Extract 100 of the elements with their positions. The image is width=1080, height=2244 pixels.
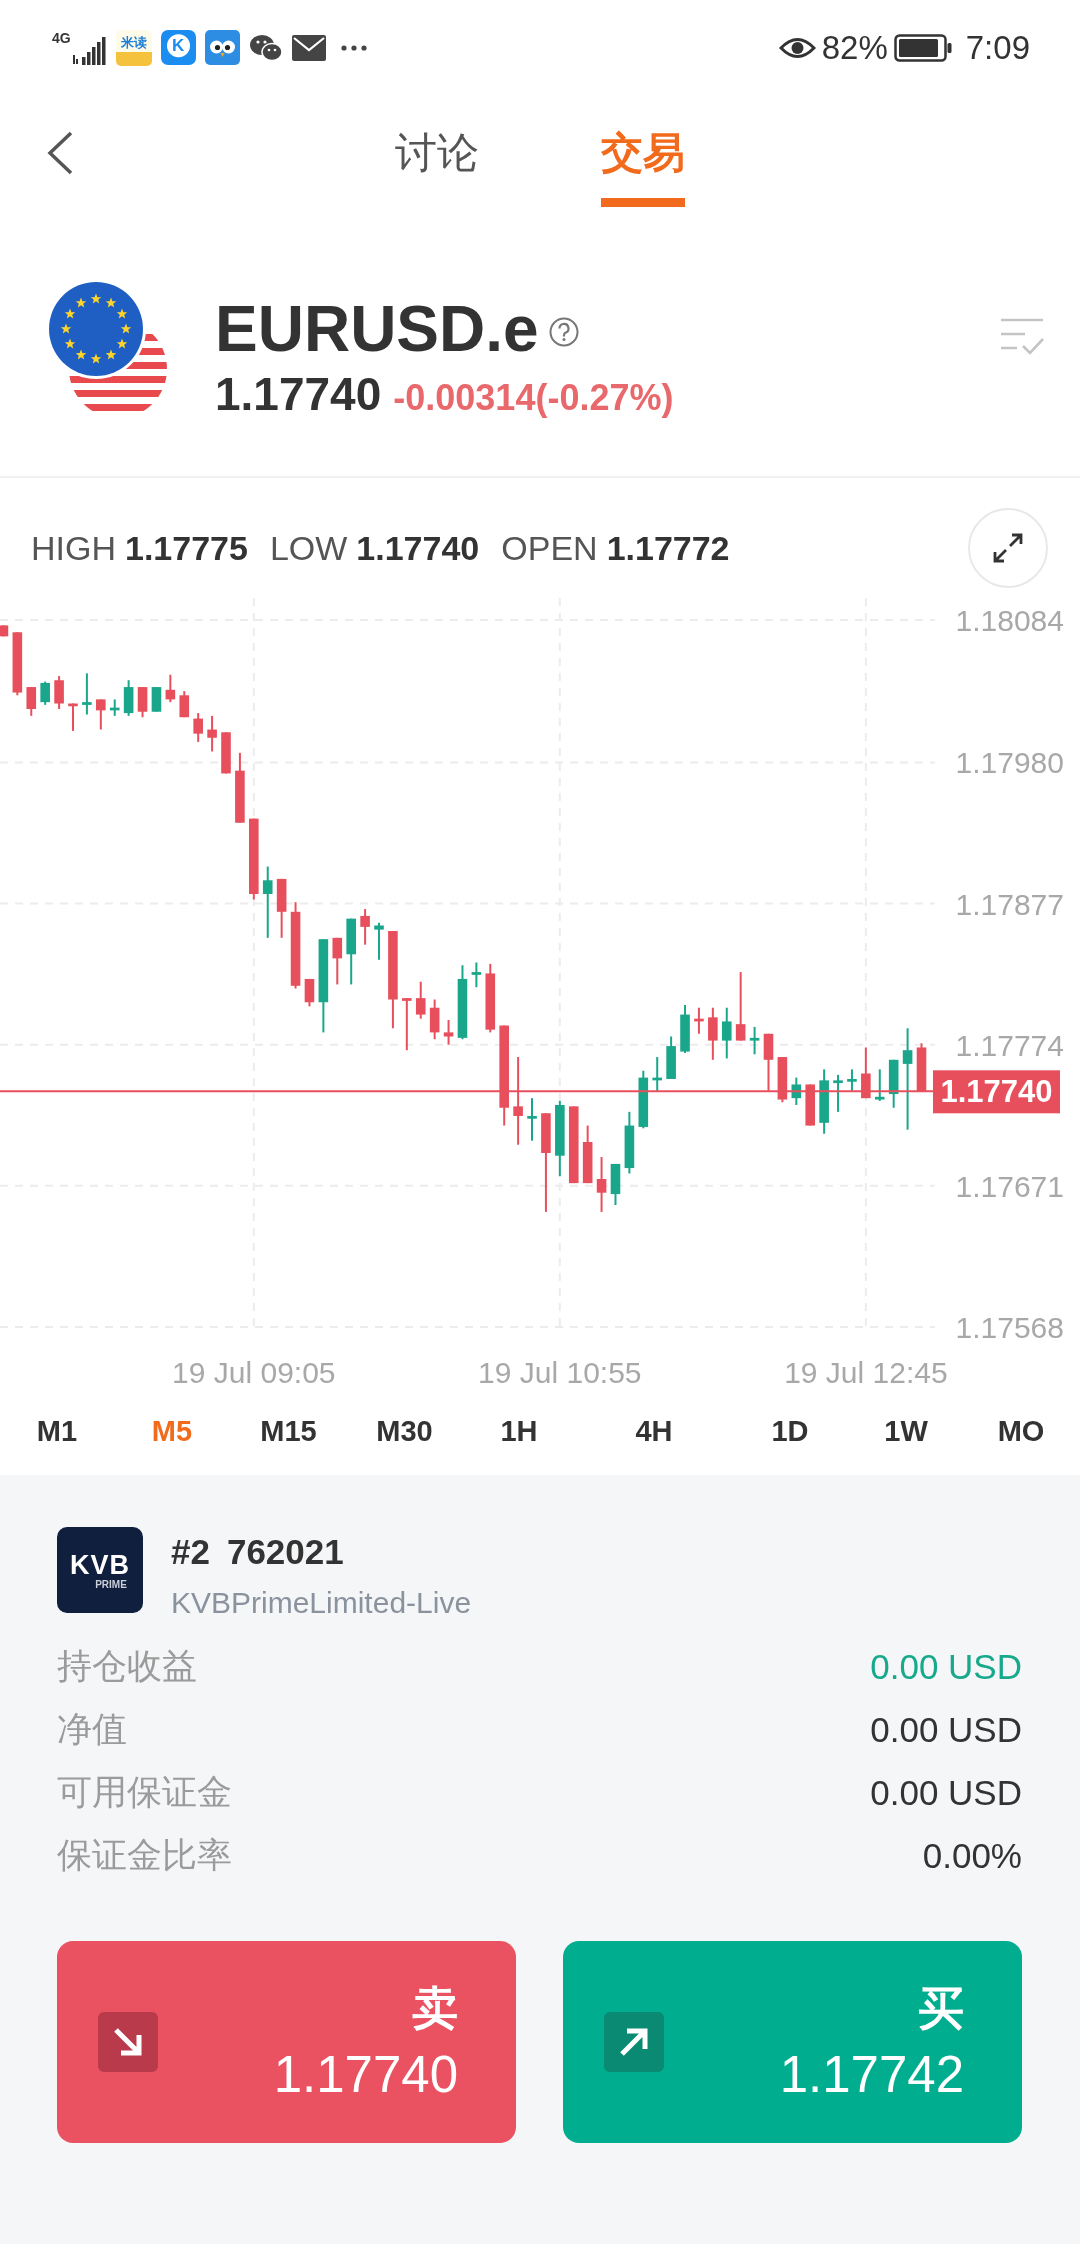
metric-label: 保证金比率 xyxy=(57,1834,232,1876)
candle xyxy=(582,1124,593,1185)
candle xyxy=(429,998,440,1041)
candle xyxy=(96,698,106,731)
candle xyxy=(763,1032,774,1093)
candle xyxy=(346,917,356,986)
candle xyxy=(82,672,92,716)
timeframe-tab[interactable]: M30 xyxy=(372,1407,437,1454)
stat-label: LOW xyxy=(269,528,348,568)
logo-subtext: PRIME xyxy=(95,1578,127,1590)
checklist-icon xyxy=(999,317,1045,357)
candle xyxy=(916,1042,927,1093)
account-index: #2 xyxy=(171,1531,210,1573)
price-change: -0.00314(-0.27%) xyxy=(393,377,674,419)
candle xyxy=(221,731,231,775)
candle xyxy=(193,712,203,743)
candle xyxy=(888,1058,899,1109)
candle xyxy=(374,921,384,961)
candle xyxy=(791,1076,802,1106)
candle xyxy=(304,977,315,1008)
candle xyxy=(151,686,162,713)
account-number: 762021 xyxy=(226,1531,344,1573)
time-axis-label: 19 Jul 09:05 xyxy=(172,1356,336,1389)
time-axis-label: 19 Jul 10:55 xyxy=(478,1356,642,1389)
battery-icon xyxy=(893,33,952,62)
candle xyxy=(666,1035,676,1080)
candle xyxy=(527,1097,537,1142)
chevron-left-icon xyxy=(45,130,75,176)
candle xyxy=(847,1068,857,1093)
metric-value: 0.00 USD xyxy=(870,1646,1022,1687)
candle xyxy=(596,1156,607,1213)
current-price-tag: 1.17740 xyxy=(933,1070,1060,1114)
timeframe-tab[interactable]: M1 xyxy=(32,1407,82,1454)
timeframe-tab[interactable]: 1H xyxy=(496,1407,542,1454)
timeframe-tab[interactable]: MO xyxy=(993,1407,1049,1454)
candle xyxy=(610,1162,621,1207)
stat-value: 1.17740 xyxy=(356,528,480,568)
symbol-name: EURUSD.e xyxy=(215,292,539,367)
stat-label: HIGH xyxy=(31,528,116,568)
logo-text: KVB xyxy=(70,1550,130,1579)
checklist-button[interactable] xyxy=(999,317,1045,357)
time-axis-label: 19 Jul 12:45 xyxy=(784,1356,948,1389)
arrow-up-right-icon xyxy=(604,2012,664,2072)
price-axis-label: 1.18084 xyxy=(955,603,1064,637)
price-axis-label: 1.17568 xyxy=(955,1311,1064,1344)
trade-label: 买 xyxy=(918,1980,964,2036)
chat-bubbles-icon xyxy=(248,32,283,63)
candle xyxy=(735,971,746,1042)
candle xyxy=(137,686,148,719)
stat-label: OPEN xyxy=(501,528,598,568)
timeframe-tab[interactable]: 1W xyxy=(880,1407,932,1454)
stat-value: 1.17775 xyxy=(125,528,248,568)
price-axis-label: 1.17980 xyxy=(955,746,1064,780)
candle xyxy=(207,714,217,753)
network-type: 4G xyxy=(52,30,71,45)
candle xyxy=(652,1056,662,1093)
candle xyxy=(833,1073,843,1113)
candle xyxy=(402,997,412,1052)
timeframe-tab[interactable]: M15 xyxy=(256,1407,321,1454)
trade-price: 1.17742 xyxy=(779,2045,964,2104)
stat-value: 1.17772 xyxy=(606,528,730,568)
candle xyxy=(861,1046,871,1100)
price-axis-label: 1.17774 xyxy=(955,1028,1064,1062)
candle xyxy=(123,679,134,717)
metric-label: 净值 xyxy=(57,1708,127,1750)
app-logo: K xyxy=(160,30,196,65)
price-axis-label: 1.17877 xyxy=(955,887,1064,921)
candle xyxy=(40,680,50,706)
app-logo: 米读 xyxy=(115,29,152,66)
candle xyxy=(680,1004,690,1054)
more-dots-icon xyxy=(340,44,367,51)
candle xyxy=(638,1069,649,1130)
last-price: 1.17740 xyxy=(215,367,382,421)
metric-value: 0.00% xyxy=(922,1835,1022,1876)
candle xyxy=(332,936,343,986)
candle xyxy=(624,1110,635,1175)
candle xyxy=(68,702,78,732)
trade-label: 卖 xyxy=(412,1980,458,2036)
price-axis-label: 1.17671 xyxy=(955,1169,1064,1203)
timeframe-tab[interactable]: 1D xyxy=(767,1407,813,1454)
help-icon[interactable] xyxy=(548,317,579,347)
tab[interactable]: 讨论 xyxy=(395,95,479,207)
mail-icon xyxy=(291,34,326,61)
trade-price: 1.17740 xyxy=(273,2045,458,2104)
server-name: KVBPrimeLimited-Live xyxy=(171,1585,472,1621)
candle xyxy=(819,1068,829,1135)
timeframe-tab[interactable]: 4H xyxy=(631,1407,677,1454)
metric-label: 可用保证金 xyxy=(57,1771,232,1813)
candle xyxy=(109,698,120,717)
metric-label: 持仓收益 xyxy=(57,1645,197,1687)
back-button[interactable] xyxy=(45,130,75,176)
signal-bars-icon xyxy=(72,34,107,65)
metric-value: 0.00 USD xyxy=(870,1772,1022,1813)
candle xyxy=(749,1025,760,1056)
candle xyxy=(777,1056,788,1104)
sell-button[interactable]: 卖 1.17740 xyxy=(57,1941,516,2143)
battery-percent: 82% xyxy=(821,28,888,67)
candle xyxy=(443,1019,454,1046)
candle xyxy=(360,908,370,946)
candle xyxy=(0,624,9,638)
